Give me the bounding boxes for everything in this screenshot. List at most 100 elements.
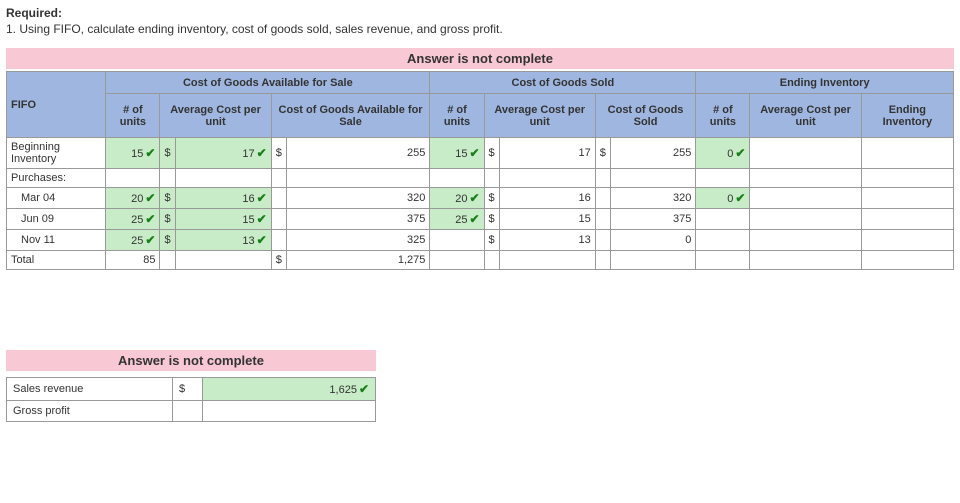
- check-icon: ✔: [735, 146, 745, 160]
- begin-a-avg-dollar: $: [160, 138, 175, 169]
- check-icon: ✔: [145, 146, 155, 160]
- begin-s-units[interactable]: 15✔: [430, 138, 484, 169]
- jun09-e-cost[interactable]: [861, 209, 953, 230]
- sub-s-units: # of units: [430, 94, 484, 138]
- jun09-s-units[interactable]: 25✔: [430, 209, 484, 230]
- mar04-a-cost[interactable]: 320: [286, 188, 430, 209]
- nov11-s-avg[interactable]: 13: [499, 230, 595, 251]
- sub-a-avg: Average Cost per unit: [160, 94, 271, 138]
- row-purchases-label: Purchases:: [7, 169, 954, 188]
- header-fifo: FIFO: [7, 72, 106, 138]
- label-nov11: Nov 11: [7, 230, 106, 251]
- check-icon: ✔: [257, 146, 267, 160]
- nov11-e-avg[interactable]: [750, 230, 861, 251]
- mar04-s-cost[interactable]: 320: [610, 188, 695, 209]
- mar04-e-cost[interactable]: [861, 188, 953, 209]
- mar04-a-units[interactable]: 20✔: [106, 188, 160, 209]
- check-icon: ✔: [469, 191, 479, 205]
- begin-s-cost[interactable]: 255: [610, 138, 695, 169]
- incomplete-banner-summary: Answer is not complete: [6, 350, 376, 371]
- row-gross: Gross profit: [7, 401, 376, 422]
- nov11-s-units[interactable]: [430, 230, 484, 251]
- check-icon: ✔: [469, 146, 479, 160]
- label-sales: Sales revenue: [7, 378, 173, 401]
- check-icon: ✔: [257, 233, 267, 247]
- header-cogs: Cost of Goods Sold: [430, 72, 696, 94]
- sub-a-units: # of units: [106, 94, 160, 138]
- jun09-s-avg-dollar: $: [484, 209, 499, 230]
- label-begin: Beginning Inventory: [7, 138, 106, 169]
- check-icon: ✔: [145, 191, 155, 205]
- check-icon: ✔: [145, 212, 155, 226]
- nov11-a-cost[interactable]: 325: [286, 230, 430, 251]
- begin-s-cost-dollar: $: [595, 138, 610, 169]
- nov11-s-avg-dollar: $: [484, 230, 499, 251]
- sub-e-units: # of units: [696, 94, 750, 138]
- check-icon: ✔: [257, 191, 267, 205]
- sub-s-avg: Average Cost per unit: [484, 94, 595, 138]
- fifo-table: FIFO Cost of Goods Available for Sale Co…: [6, 71, 954, 270]
- row-beginning: Beginning Inventory 15✔ $ 17✔ $ 255 15✔ …: [7, 138, 954, 169]
- nov11-e-units[interactable]: [696, 230, 750, 251]
- check-icon: ✔: [469, 212, 479, 226]
- mar04-s-avg-dollar: $: [484, 188, 499, 209]
- nov11-a-avg-dollar: $: [160, 230, 175, 251]
- row-total: Total 85 $ 1,275: [7, 251, 954, 270]
- total-a-cost-dollar: $: [271, 251, 286, 270]
- nov11-s-cost[interactable]: 0: [610, 230, 695, 251]
- mar04-s-avg[interactable]: 16: [499, 188, 595, 209]
- row-nov11: Nov 11 25✔ $ 13✔ 325 $ 13 0: [7, 230, 954, 251]
- row-jun09: Jun 09 25✔ $ 15✔ 375 25✔ $ 15 375: [7, 209, 954, 230]
- header-cogas: Cost of Goods Available for Sale: [106, 72, 430, 94]
- check-icon: ✔: [145, 233, 155, 247]
- begin-a-cost-dollar: $: [271, 138, 286, 169]
- begin-a-avg[interactable]: 17✔: [175, 138, 271, 169]
- check-icon: ✔: [257, 212, 267, 226]
- jun09-a-avg-dollar: $: [160, 209, 175, 230]
- row-mar04: Mar 04 20✔ $ 16✔ 320 20✔ $ 16 320 0✔: [7, 188, 954, 209]
- begin-s-avg[interactable]: 17: [499, 138, 595, 169]
- gross-value[interactable]: [202, 401, 375, 422]
- row-sales: Sales revenue $ 1,625✔: [7, 378, 376, 401]
- mar04-s-units[interactable]: 20✔: [430, 188, 484, 209]
- total-a-units: 85: [106, 251, 160, 270]
- required-label: Required:: [6, 6, 954, 20]
- begin-s-avg-dollar: $: [484, 138, 499, 169]
- incomplete-banner-main: Answer is not complete: [6, 48, 954, 69]
- nov11-e-cost[interactable]: [861, 230, 953, 251]
- sales-dollar: $: [173, 378, 203, 401]
- sales-value[interactable]: 1,625✔: [202, 378, 375, 401]
- total-a-cost: 1,275: [286, 251, 430, 270]
- sub-a-cost: Cost of Goods Available for Sale: [271, 94, 430, 138]
- begin-a-units[interactable]: 15✔: [106, 138, 160, 169]
- required-text: 1. Using FIFO, calculate ending inventor…: [6, 22, 954, 36]
- nov11-a-units[interactable]: 25✔: [106, 230, 160, 251]
- sub-e-avg: Average Cost per unit: [750, 94, 861, 138]
- label-purchases: Purchases:: [7, 169, 106, 188]
- jun09-e-avg[interactable]: [750, 209, 861, 230]
- begin-e-avg[interactable]: [750, 138, 861, 169]
- jun09-a-cost[interactable]: 375: [286, 209, 430, 230]
- mar04-a-avg-dollar: $: [160, 188, 175, 209]
- label-total: Total: [7, 251, 106, 270]
- label-mar04: Mar 04: [7, 188, 106, 209]
- sub-e-cost: Ending Inventory: [861, 94, 953, 138]
- mar04-e-units[interactable]: 0✔: [696, 188, 750, 209]
- nov11-a-avg[interactable]: 13✔: [175, 230, 271, 251]
- begin-e-units[interactable]: 0✔: [696, 138, 750, 169]
- jun09-a-avg[interactable]: 15✔: [175, 209, 271, 230]
- check-icon: ✔: [359, 382, 369, 396]
- sub-s-cost: Cost of Goods Sold: [595, 94, 696, 138]
- mar04-a-avg[interactable]: 16✔: [175, 188, 271, 209]
- label-jun09: Jun 09: [7, 209, 106, 230]
- begin-a-cost[interactable]: 255: [286, 138, 430, 169]
- mar04-e-avg[interactable]: [750, 188, 861, 209]
- jun09-a-units[interactable]: 25✔: [106, 209, 160, 230]
- jun09-s-avg[interactable]: 15: [499, 209, 595, 230]
- jun09-e-units[interactable]: [696, 209, 750, 230]
- label-gross: Gross profit: [7, 401, 173, 422]
- check-icon: ✔: [735, 191, 745, 205]
- summary-table: Sales revenue $ 1,625✔ Gross profit: [6, 377, 376, 422]
- jun09-s-cost[interactable]: 375: [610, 209, 695, 230]
- begin-e-cost[interactable]: [861, 138, 953, 169]
